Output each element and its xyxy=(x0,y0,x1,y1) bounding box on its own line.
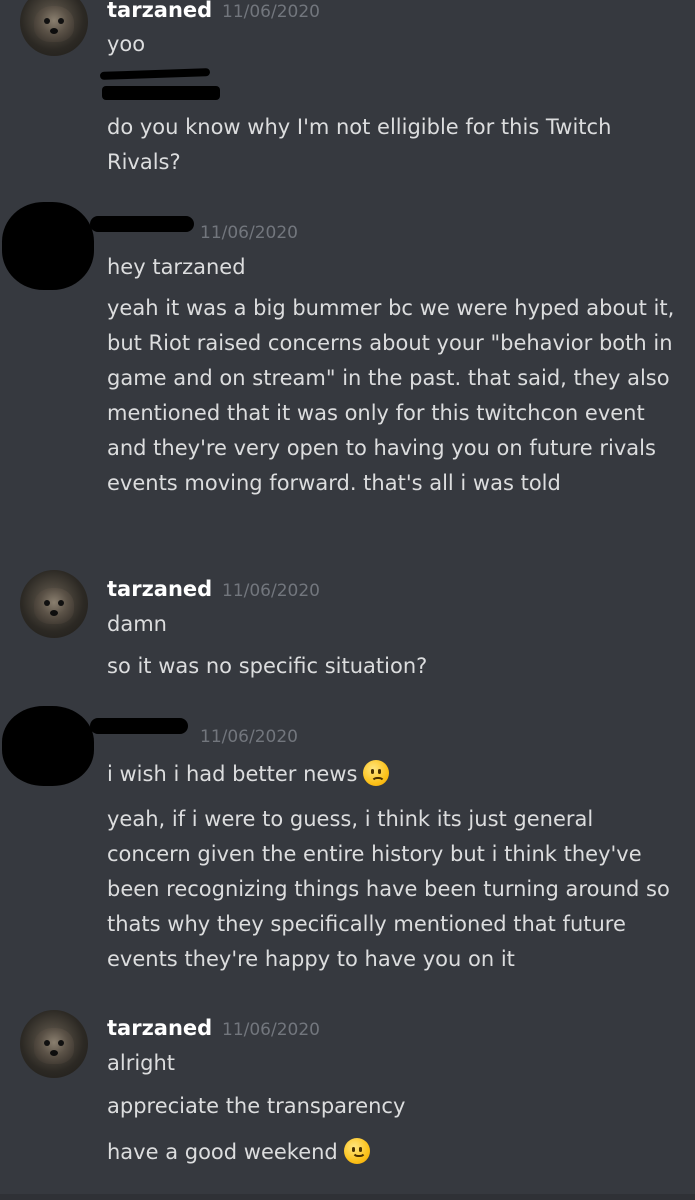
redacted-username xyxy=(90,216,194,232)
frowning-face-icon xyxy=(363,760,390,786)
message-text: so it was no specific situation? xyxy=(107,654,428,678)
redaction-mark xyxy=(102,86,220,100)
smiling-face-icon xyxy=(343,1138,370,1164)
timestamp[interactable]: 11/06/2020 xyxy=(200,223,298,243)
timestamp[interactable]: 11/06/2020 xyxy=(222,581,320,601)
dog-image xyxy=(34,1028,74,1064)
timestamp[interactable]: 11/06/2020 xyxy=(222,1020,320,1040)
user-avatar[interactable] xyxy=(20,1010,88,1078)
message-text-content: have a good weekend xyxy=(107,1140,338,1164)
message-text-content: i wish i had better news xyxy=(107,762,358,786)
message-input-edge xyxy=(0,1194,695,1200)
dog-image xyxy=(34,588,74,624)
redaction-mark xyxy=(99,68,211,80)
timestamp[interactable]: 11/06/2020 xyxy=(200,727,298,747)
message-text: yeah it was a big bummer bc we were hype… xyxy=(107,296,675,495)
username[interactable]: tarzaned xyxy=(107,577,212,601)
message-text: alright xyxy=(107,1051,176,1075)
message-text: have a good weekend xyxy=(107,1135,677,1170)
timestamp[interactable]: 11/06/2020 xyxy=(222,2,320,22)
message-text: i wish i had better news xyxy=(107,757,677,792)
redacted-avatar xyxy=(2,202,94,290)
redacted-username xyxy=(90,718,188,734)
username[interactable]: tarzaned xyxy=(107,0,212,22)
user-avatar[interactable] xyxy=(20,0,88,56)
user-avatar[interactable] xyxy=(20,570,88,638)
message-text: appreciate the transparency xyxy=(107,1094,406,1118)
redacted-avatar xyxy=(2,706,94,786)
message-text: yeah, if i were to guess, i think its ju… xyxy=(107,807,670,971)
message-text: do you know why I'm not elligible for th… xyxy=(107,115,612,174)
username[interactable]: tarzaned xyxy=(107,1016,212,1040)
message-text: damn xyxy=(107,612,167,636)
dog-image xyxy=(34,6,74,42)
message-text: yoo xyxy=(107,32,146,56)
message-text: hey tarzaned xyxy=(107,255,246,279)
